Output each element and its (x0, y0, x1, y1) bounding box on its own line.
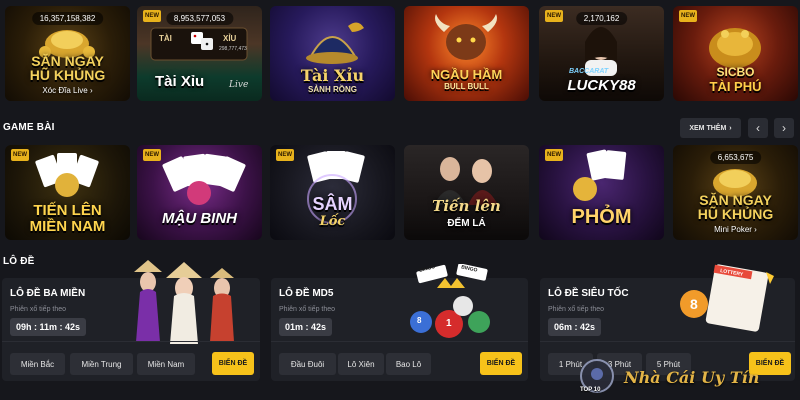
chevron-right-icon: › (89, 86, 93, 95)
tile-title-2: BULL BULL (444, 82, 489, 91)
ball-number-2: 1 (446, 318, 452, 329)
next-draw-label: Phiên xổ tiếp theo (548, 306, 605, 313)
tile-title-2: MIỀN NAM (29, 218, 106, 235)
tile-title: Tiến lên (432, 197, 501, 215)
tile-title: PHỎM (571, 206, 632, 228)
ao-dai-women-art (134, 260, 234, 344)
tile-title: SĂN NGAY (699, 192, 772, 208)
live-label: Live (229, 80, 249, 90)
ball-number: 8 (417, 316, 422, 325)
game-tile-phom[interactable]: NEW PHỎM (539, 145, 664, 240)
countdown-timer: 09h : 11m : 42s (10, 318, 87, 336)
lode-card-md5: BINGO BINGO 8 1 LÔ ĐỀ MD5 Phiên xổ tiếp … (271, 264, 528, 381)
tile-title-2: ĐẾM LÁ (447, 218, 486, 229)
tile-title: NGẦU HẦM (430, 67, 503, 82)
tile-title: LUCKY88 (567, 77, 636, 94)
tile-subtitle: Mini Poker › (714, 225, 757, 234)
game-tile-xoc-dia-live[interactable]: 16,357,158,382 SĂN NGAY HŨ KHỦNG Xóc Đĩa… (5, 6, 130, 101)
tile-title-2: HŨ KHỦNG (29, 67, 106, 83)
watermark-text: Nhà Cái Uy Tín (624, 368, 760, 387)
game-tile-baccarat-lucky88[interactable]: NEW 2,170,162 BACCARAT LUCKY88 (539, 6, 664, 101)
countdown-timer: 01m : 42s (279, 318, 333, 336)
chevron-right-icon: › (729, 124, 732, 132)
tile-title: SĂN NGAY (31, 53, 104, 69)
tile-title: SÂM (312, 194, 353, 214)
option-lo-xien[interactable]: Lô Xiên (338, 353, 384, 375)
lode-card-ba-mien: LÔ ĐỀ BA MIỀN Phiên xổ tiếp theo 09h : 1… (2, 260, 260, 381)
tile-title-2: HŨ KHỦNG (697, 206, 774, 222)
bien-de-button[interactable]: BIỂN ĐỀ (212, 352, 254, 375)
chevron-right-icon: › (782, 121, 786, 135)
game-tile-tien-len-dem-la[interactable]: Tiến lên ĐẾM LÁ (404, 145, 529, 240)
option-mien-bac[interactable]: Miền Bắc (10, 353, 65, 375)
game-tile-sam-loc[interactable]: NEW SÂM Lốc (270, 145, 395, 240)
carousel-next-button[interactable]: › (774, 118, 794, 138)
bet-amount: 298,777,473 (219, 46, 247, 52)
option-mien-trung[interactable]: Miền Trung (70, 353, 133, 375)
section-title-lo-de: LÔ ĐỀ (3, 256, 35, 267)
top10-logo-icon (580, 359, 614, 393)
ticket-number: 8 (690, 296, 698, 312)
game-tile-tai-xiu-sanh-rong[interactable]: Tài Xỉu SẢNH RỒNG (270, 6, 395, 101)
see-more-label: XEM THÊM (689, 124, 727, 132)
game-tile-tai-xiu-live[interactable]: NEW 8,953,577,053 TÀI XỈU 298,777,473 Tà… (137, 6, 262, 101)
card-games-row: NEW TIẾN LÊN MIỀN NAM NEW MẬU BINH NEW S… (0, 145, 800, 245)
game-tile-mini-poker[interactable]: 6,653,675 SĂN NGAY HŨ KHỦNG Mini Poker › (673, 145, 798, 240)
tile-title: Tài Xỉu (300, 66, 365, 85)
game-tile-ngau-ham[interactable]: NGẦU HẦM BULL BULL (404, 6, 529, 101)
tile-subtitle: Xóc Đĩa Live › (42, 86, 93, 95)
xiu-label: XỈU (223, 34, 237, 43)
tile-title-2: SẢNH RỒNG (308, 85, 357, 94)
option-bao-lo[interactable]: Bao Lô (386, 353, 431, 375)
chevron-right-icon: › (754, 225, 757, 234)
next-draw-label: Phiên xổ tiếp theo (279, 306, 336, 313)
live-games-row: 16,357,158,382 SĂN NGAY HŨ KHỦNG Xóc Đĩa… (0, 6, 800, 106)
game-tile-sicbo-tai-phu[interactable]: NEW SICBO TÀI PHÚ (673, 6, 798, 101)
option-mien-nam[interactable]: Miền Nam (137, 353, 195, 375)
watermark: TOP 10 Nhà Cái Uy Tín (572, 356, 800, 400)
see-more-button[interactable]: XEM THÊM › (680, 118, 741, 138)
lode-card-title: LÔ ĐỀ MD5 (279, 288, 334, 299)
tile-title-2: TÀI PHÚ (709, 79, 762, 94)
game-tile-tien-len-mien-nam[interactable]: NEW TIẾN LÊN MIỀN NAM (5, 145, 130, 240)
lode-card-title: LÔ ĐỀ BA MIỀN (10, 288, 86, 299)
section-title-game-bai: GAME BÀI (3, 122, 55, 133)
chevron-left-icon: ‹ (756, 121, 760, 135)
divider (540, 341, 795, 342)
lode-card-title: LÔ ĐỀ SIÊU TỐC (548, 288, 629, 299)
bien-de-button[interactable]: BIỂN ĐỀ (480, 352, 522, 375)
next-draw-label: Phiên xổ tiếp theo (10, 306, 67, 313)
option-dau-duoi[interactable]: Đầu Đuôi (279, 353, 336, 375)
tile-title: MẬU BINH (162, 210, 237, 227)
tile-title: SICBO (716, 65, 755, 79)
tai-label: TÀI (159, 34, 172, 43)
game-tile-mau-binh[interactable]: NEW MẬU BINH (137, 145, 262, 240)
divider (271, 341, 528, 342)
baccarat-label: BACCARAT (569, 68, 609, 75)
divider (2, 341, 260, 342)
tile-title: TIẾN LÊN (33, 202, 102, 219)
tile-title-2: Lốc (319, 214, 346, 229)
countdown-timer: 06m : 42s (548, 318, 602, 336)
bingo-balls-art (410, 264, 490, 338)
top10-logo-text: TOP 10 (580, 387, 601, 393)
carousel-prev-button[interactable]: ‹ (748, 118, 768, 138)
jackpot-counter: 16,357,158,382 (31, 12, 104, 25)
